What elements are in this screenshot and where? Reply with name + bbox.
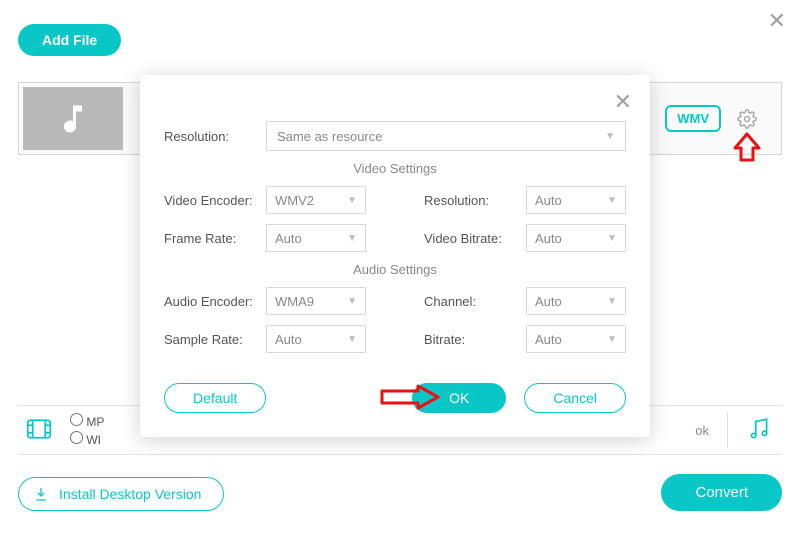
convert-button[interactable]: Convert xyxy=(661,474,782,511)
channel-value: Auto xyxy=(535,294,562,309)
sample-rate-value: Auto xyxy=(275,332,302,347)
settings-modal: ✕ Resolution: Same as resource ▼ Video S… xyxy=(140,75,650,437)
frame-rate-label: Frame Rate: xyxy=(164,231,266,246)
chevron-down-icon: ▼ xyxy=(605,131,615,142)
install-desktop-label: Install Desktop Version xyxy=(59,486,201,502)
format-radio-2[interactable]: WI xyxy=(70,431,104,447)
video-resolution-label: Resolution: xyxy=(424,193,526,208)
cancel-button[interactable]: Cancel xyxy=(524,383,626,413)
video-encoder-select[interactable]: WMV2 ▼ xyxy=(266,186,366,214)
format-radio-2-label: WI xyxy=(86,433,101,447)
video-bitrate-label: Video Bitrate: xyxy=(424,231,526,246)
chevron-down-icon: ▼ xyxy=(347,334,357,345)
audio-encoder-label: Audio Encoder: xyxy=(164,294,266,309)
format-chip[interactable]: WMV xyxy=(665,105,721,132)
format-radio-group: MP WI xyxy=(70,411,104,449)
chevron-down-icon: ▼ xyxy=(347,195,357,206)
file-thumbnail xyxy=(23,87,123,150)
video-settings-heading: Video Settings xyxy=(164,161,626,176)
add-file-button[interactable]: Add File xyxy=(18,24,121,56)
video-resolution-select[interactable]: Auto ▼ xyxy=(526,186,626,214)
video-bitrate-value: Auto xyxy=(535,231,562,246)
resolution-label: Resolution: xyxy=(164,129,266,144)
frame-rate-value: Auto xyxy=(275,231,302,246)
download-icon xyxy=(33,486,49,502)
install-desktop-button[interactable]: Install Desktop Version xyxy=(18,477,224,511)
default-button[interactable]: Default xyxy=(164,383,266,413)
modal-close-icon[interactable]: ✕ xyxy=(614,89,632,115)
sample-rate-label: Sample Rate: xyxy=(164,332,266,347)
audio-settings-heading: Audio Settings xyxy=(164,262,626,277)
video-icon[interactable] xyxy=(24,414,54,447)
video-settings-grid: Video Encoder: WMV2 ▼ Resolution: Auto ▼ F… xyxy=(164,186,626,252)
video-resolution-value: Auto xyxy=(535,193,562,208)
video-bitrate-select[interactable]: Auto ▼ xyxy=(526,224,626,252)
audio-bitrate-value: Auto xyxy=(535,332,562,347)
audio-settings-grid: Audio Encoder: WMA9 ▼ Channel: Auto ▼ Samp… xyxy=(164,287,626,353)
annotation-arrow-up xyxy=(733,132,761,165)
audio-encoder-select[interactable]: WMA9 ▼ xyxy=(266,287,366,315)
channel-select[interactable]: Auto ▼ xyxy=(526,287,626,315)
audio-bitrate-select[interactable]: Auto ▼ xyxy=(526,325,626,353)
audio-bitrate-label: Bitrate: xyxy=(424,332,526,347)
channel-label: Channel: xyxy=(424,294,526,309)
close-icon[interactable]: ✕ xyxy=(768,8,786,34)
chevron-down-icon: ▼ xyxy=(607,334,617,345)
music-note-icon xyxy=(55,101,91,137)
resolution-select[interactable]: Same as resource ▼ xyxy=(266,121,626,151)
chevron-down-icon: ▼ xyxy=(347,233,357,244)
chevron-down-icon: ▼ xyxy=(347,296,357,307)
gear-icon[interactable] xyxy=(737,109,757,132)
format-radio-1-label: MP xyxy=(86,415,104,429)
video-encoder-value: WMV2 xyxy=(275,193,314,208)
chevron-down-icon: ▼ xyxy=(607,233,617,244)
right-text: ok xyxy=(695,423,709,438)
divider xyxy=(727,412,728,448)
audio-encoder-value: WMA9 xyxy=(275,294,314,309)
format-radio-1[interactable]: MP xyxy=(70,413,104,429)
resolution-value: Same as resource xyxy=(277,129,383,144)
video-encoder-label: Video Encoder: xyxy=(164,193,266,208)
chevron-down-icon: ▼ xyxy=(607,195,617,206)
music-icon[interactable] xyxy=(746,416,772,445)
sample-rate-select[interactable]: Auto ▼ xyxy=(266,325,366,353)
chevron-down-icon: ▼ xyxy=(607,296,617,307)
annotation-arrow-right xyxy=(380,384,440,413)
frame-rate-select[interactable]: Auto ▼ xyxy=(266,224,366,252)
